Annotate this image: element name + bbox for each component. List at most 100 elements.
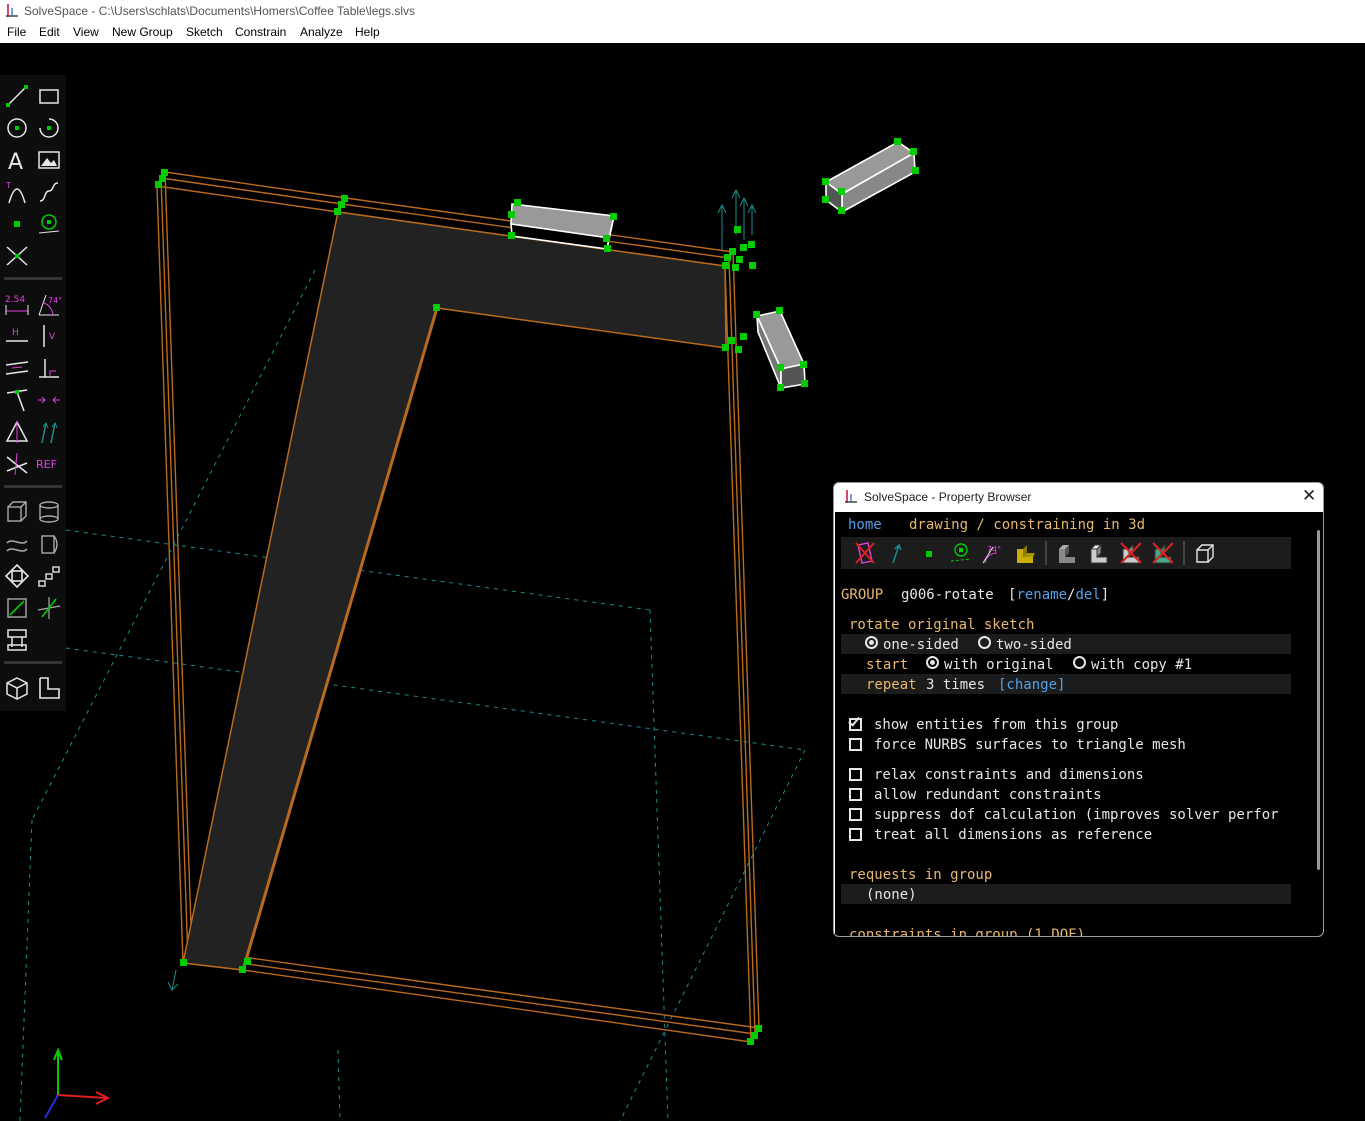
rotated-copy-right-lower[interactable] (755, 310, 806, 389)
point-tool-icon[interactable] (4, 211, 30, 237)
new-group-translate-icon[interactable] (36, 563, 62, 589)
new-group-extrude-icon[interactable] (4, 499, 30, 525)
property-browser-titlebar: SolveSpace - Property Browser ✕ (834, 483, 1323, 511)
show-entities-checkbox[interactable] (849, 718, 862, 731)
force-nurbs-checkbox[interactable] (849, 738, 862, 751)
show-entities-label: show entities from this group (874, 717, 1119, 733)
shaded-solid-icon[interactable] (1055, 541, 1079, 565)
menu-file[interactable]: File (7, 22, 26, 43)
repeat-value: 3 times (926, 677, 986, 693)
group-name: g006-rotate (901, 587, 994, 603)
nav-home-link[interactable]: home (848, 516, 882, 534)
start-label: start (866, 657, 909, 673)
symmetric-constraint-icon[interactable] (4, 419, 30, 445)
scrollbar[interactable] (1317, 530, 1320, 870)
outline-hidden-icon[interactable] (1119, 541, 1143, 565)
mesh-edges-icon[interactable] (1087, 541, 1111, 565)
menu-help[interactable]: Help (355, 22, 380, 43)
menu-sketch[interactable]: Sketch (186, 22, 223, 43)
treat-reference-checkbox[interactable] (849, 828, 862, 841)
split-curves-tool-icon[interactable] (4, 243, 30, 269)
svg-text:REF: REF (36, 458, 57, 471)
treat-reference-label: treat all dimensions as reference (874, 827, 1153, 843)
svg-text:T: T (6, 181, 11, 190)
perspective-view-icon[interactable] (1193, 541, 1217, 565)
menu-edit[interactable]: Edit (39, 22, 60, 43)
suppress-dof-checkbox[interactable] (849, 808, 862, 821)
relax-constraints-checkbox[interactable] (849, 768, 862, 781)
new-group-sketch-3d-icon[interactable] (36, 595, 62, 621)
circle-tool-icon[interactable] (4, 115, 30, 141)
workplane-hidden-icon[interactable] (853, 541, 877, 565)
property-browser-content: home drawing / constraining in 3d 74° GR… (835, 512, 1323, 937)
close-icon[interactable]: ✕ (1302, 486, 1316, 506)
solvespace-logo-icon (6, 4, 18, 17)
constraints-icon[interactable]: 74° (981, 541, 1005, 565)
import-linked-icon[interactable] (4, 627, 30, 653)
view-workplane-icon[interactable] (36, 675, 62, 701)
radio-empty-icon (978, 636, 991, 649)
rename-link[interactable]: rename (1016, 587, 1067, 603)
svg-text:2.54: 2.54 (5, 295, 25, 305)
with-copy-radio[interactable]: with copy #1 (1073, 656, 1192, 674)
view-isometric-icon[interactable] (4, 675, 30, 701)
point-on-line-constraint-icon[interactable] (4, 387, 30, 413)
distance-dimension-icon[interactable]: 2.54 (4, 291, 30, 317)
new-group-revolve-icon[interactable] (36, 531, 62, 557)
repeat-label: repeat (866, 677, 917, 693)
constraints-label: constraints in group (1 DOF) (849, 927, 1086, 937)
other-supplementary-angle-icon[interactable] (4, 451, 30, 477)
radio-selected-icon (926, 656, 939, 669)
menu-view[interactable]: View (73, 22, 99, 43)
workplane-point-tool-icon[interactable] (36, 211, 62, 237)
vertical-constraint-icon[interactable]: V (36, 323, 62, 349)
svg-text:74°: 74° (48, 296, 62, 305)
normals-icon[interactable] (885, 541, 909, 565)
faces-icon[interactable] (1013, 541, 1037, 565)
mode-label: drawing / constraining in 3d (909, 517, 1146, 533)
two-sided-radio[interactable]: two-sided (978, 636, 1072, 654)
new-group-lathe-icon[interactable] (36, 499, 62, 525)
section-rotate-label: rotate original sketch (849, 617, 1035, 633)
requests-value: (none) (866, 887, 917, 903)
delete-link[interactable]: del (1075, 587, 1100, 603)
orient-same-constraint-icon[interactable] (36, 419, 62, 445)
menu-bar: File Edit View New Group Sketch Constrai… (0, 22, 1365, 43)
angle-dimension-icon[interactable]: 74° (36, 291, 62, 317)
construction-icon[interactable] (949, 541, 973, 565)
midpoint-constraint-icon[interactable] (36, 387, 62, 413)
new-group-rotate-icon[interactable] (4, 563, 30, 589)
horizontal-constraint-icon[interactable]: H (4, 323, 30, 349)
bezier-tool-icon[interactable] (36, 179, 62, 205)
property-browser-window: SolveSpace - Property Browser ✕ home dra… (833, 482, 1324, 937)
svg-text:H: H (12, 328, 19, 338)
group-label: GROUP (841, 587, 884, 603)
new-group-helix-icon[interactable] (4, 531, 30, 557)
menu-analyze[interactable]: Analyze (300, 22, 343, 43)
leg-solid-face[interactable] (182, 211, 727, 971)
parallel-constraint-icon[interactable] (4, 355, 30, 381)
tangent-arc-tool-icon[interactable]: T (4, 179, 30, 205)
rotated-copy-right-upper[interactable] (824, 141, 916, 214)
toolbar-separator (4, 277, 62, 280)
svg-text:A: A (8, 150, 23, 173)
image-tool-icon[interactable] (36, 147, 62, 173)
reference-toggle-icon[interactable]: REF (36, 451, 62, 477)
one-sided-radio[interactable]: one-sided (865, 636, 959, 654)
menu-constrain[interactable]: Constrain (235, 22, 286, 43)
suppress-dof-label: suppress dof calculation (improves solve… (874, 807, 1279, 823)
change-repeat-link[interactable]: [change] (998, 676, 1065, 694)
with-original-radio[interactable]: with original (926, 656, 1054, 674)
arc-tool-icon[interactable] (36, 115, 62, 141)
hidden-lines-icon[interactable] (1151, 541, 1175, 565)
text-tool-icon[interactable]: A (4, 147, 30, 173)
new-group-sketch-workplane-icon[interactable] (4, 595, 30, 621)
property-browser-title: SolveSpace - Property Browser (864, 490, 1032, 504)
allow-redundant-checkbox[interactable] (849, 788, 862, 801)
rectangle-tool-icon[interactable] (36, 83, 62, 109)
perpendicular-constraint-icon[interactable] (36, 355, 62, 381)
line-tool-icon[interactable] (4, 83, 30, 109)
menu-new-group[interactable]: New Group (112, 22, 173, 43)
points-icon[interactable] (917, 541, 941, 565)
toolbar-separator (4, 485, 62, 488)
